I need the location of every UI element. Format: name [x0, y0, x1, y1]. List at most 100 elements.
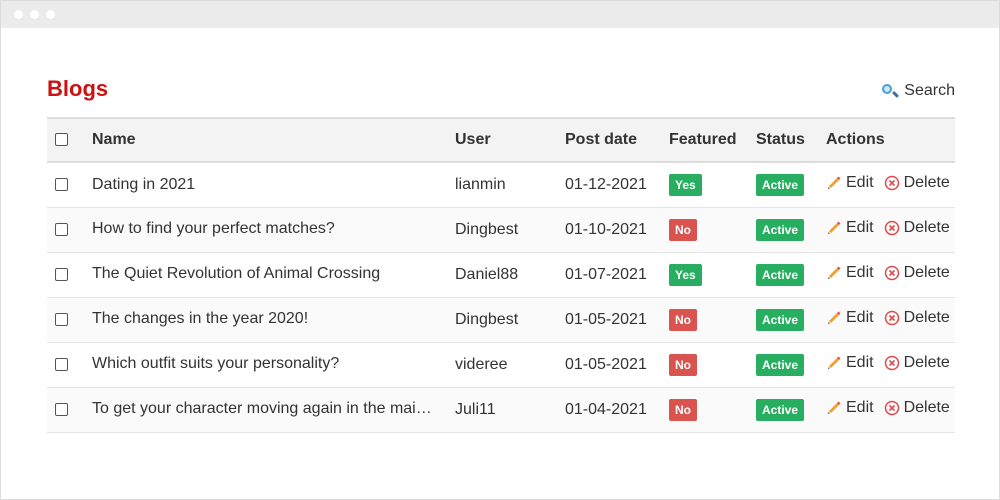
table-header-row: Name User Post date Featured Status Acti… — [47, 118, 955, 162]
delete-label: Delete — [903, 353, 950, 371]
blogs-table: Name User Post date Featured Status Acti… — [47, 117, 955, 433]
delete-button[interactable]: Delete — [884, 264, 950, 282]
blog-post-date: 01-04-2021 — [565, 400, 647, 418]
row-checkbox[interactable] — [55, 357, 68, 371]
blog-name[interactable]: To get your character moving again in th… — [92, 400, 432, 418]
pencil-icon — [826, 310, 842, 326]
blog-user: videree — [455, 355, 508, 373]
row-checkbox[interactable] — [55, 402, 68, 416]
featured-badge: No — [669, 353, 697, 376]
blog-name[interactable]: Which outfit suits your personality? — [92, 355, 339, 373]
delete-button[interactable]: Delete — [884, 354, 950, 372]
table-body: Dating in 2021 lianmin 01-12-2021 Yes Ac… — [47, 162, 955, 432]
table-row: The changes in the year 2020! Dingbest 0… — [47, 297, 955, 342]
status-badge: Active — [756, 218, 805, 241]
search-icon — [881, 83, 900, 100]
table-row: Dating in 2021 lianmin 01-12-2021 Yes Ac… — [47, 162, 955, 207]
edit-button[interactable]: Edit — [826, 264, 874, 282]
edit-button[interactable]: Edit — [826, 354, 874, 372]
delete-label: Delete — [903, 398, 950, 416]
pencil-icon — [826, 355, 842, 371]
blog-name[interactable]: The Quiet Revolution of Animal Crossing — [92, 265, 380, 283]
pencil-icon — [826, 400, 842, 416]
browser-window: Blogs Search Name User Post date Feature… — [0, 0, 1000, 500]
row-checkbox[interactable] — [55, 178, 68, 192]
blog-user: Dingbest — [455, 220, 519, 238]
row-actions: Edit Delete — [826, 297, 955, 342]
row-checkbox[interactable] — [55, 222, 68, 236]
header-featured[interactable]: Featured — [669, 118, 756, 162]
featured-badge: Yes — [669, 263, 702, 286]
delete-label: Delete — [903, 173, 950, 191]
delete-icon — [884, 175, 900, 191]
header-name[interactable]: Name — [92, 118, 455, 162]
delete-icon — [884, 265, 900, 281]
row-actions: Edit Delete — [826, 387, 955, 432]
header-select-all-cell — [47, 118, 92, 162]
pencil-icon — [826, 175, 842, 191]
window-dot-close[interactable] — [14, 10, 23, 19]
select-all-checkbox[interactable] — [55, 133, 68, 147]
edit-label: Edit — [846, 308, 874, 326]
delete-icon — [884, 310, 900, 326]
edit-label: Edit — [846, 173, 874, 191]
blog-user: lianmin — [455, 175, 506, 193]
edit-button[interactable]: Edit — [826, 219, 874, 237]
blog-name[interactable]: How to find your perfect matches? — [92, 220, 335, 238]
search-button[interactable]: Search — [881, 82, 955, 100]
table-row: To get your character moving again in th… — [47, 387, 955, 432]
delete-button[interactable]: Delete — [884, 309, 950, 327]
delete-button[interactable]: Delete — [884, 399, 950, 417]
edit-button[interactable]: Edit — [826, 309, 874, 327]
row-actions: Edit Delete — [826, 162, 955, 207]
header-status[interactable]: Status — [756, 118, 826, 162]
featured-badge: No — [669, 308, 697, 331]
edit-button[interactable]: Edit — [826, 174, 874, 192]
featured-badge: No — [669, 218, 697, 241]
blog-name[interactable]: The changes in the year 2020! — [92, 310, 308, 328]
window-dot-minimize[interactable] — [30, 10, 39, 19]
edit-label: Edit — [846, 218, 874, 236]
blog-user: Juli11 — [455, 400, 496, 418]
delete-icon — [884, 400, 900, 416]
window-dot-maximize[interactable] — [46, 10, 55, 19]
pencil-icon — [826, 220, 842, 236]
status-badge: Active — [756, 263, 805, 286]
delete-button[interactable]: Delete — [884, 219, 950, 237]
row-actions: Edit Delete — [826, 207, 955, 252]
table-row: The Quiet Revolution of Animal Crossing … — [47, 252, 955, 297]
blog-user: Dingbest — [455, 310, 519, 328]
status-badge: Active — [756, 398, 805, 421]
row-checkbox[interactable] — [55, 312, 68, 326]
edit-label: Edit — [846, 398, 874, 416]
featured-badge: No — [669, 398, 697, 421]
blogs-panel: Blogs Search Name User Post date Feature… — [47, 28, 955, 433]
status-badge: Active — [756, 353, 805, 376]
row-actions: Edit Delete — [826, 342, 955, 387]
delete-label: Delete — [903, 308, 950, 326]
window-titlebar — [1, 1, 999, 28]
blog-post-date: 01-05-2021 — [565, 355, 647, 373]
blog-post-date: 01-12-2021 — [565, 175, 647, 193]
header-actions: Actions — [826, 131, 885, 148]
delete-button[interactable]: Delete — [884, 174, 950, 192]
delete-icon — [884, 220, 900, 236]
delete-icon — [884, 355, 900, 371]
header-post-date[interactable]: Post date — [565, 118, 669, 162]
pencil-icon — [826, 265, 842, 281]
search-label: Search — [904, 82, 955, 99]
page-title: Blogs — [47, 76, 109, 101]
edit-button[interactable]: Edit — [826, 399, 874, 417]
featured-badge: Yes — [669, 173, 702, 196]
blog-name[interactable]: Dating in 2021 — [92, 176, 195, 194]
row-checkbox[interactable] — [55, 267, 68, 281]
edit-label: Edit — [846, 263, 874, 281]
edit-label: Edit — [846, 353, 874, 371]
header-user[interactable]: User — [455, 118, 565, 162]
delete-label: Delete — [903, 263, 950, 281]
table-row: How to find your perfect matches? Dingbe… — [47, 207, 955, 252]
blog-user: Daniel88 — [455, 265, 519, 283]
panel-header: Blogs Search — [47, 28, 955, 117]
status-badge: Active — [756, 308, 805, 331]
blog-post-date: 01-05-2021 — [565, 310, 647, 328]
